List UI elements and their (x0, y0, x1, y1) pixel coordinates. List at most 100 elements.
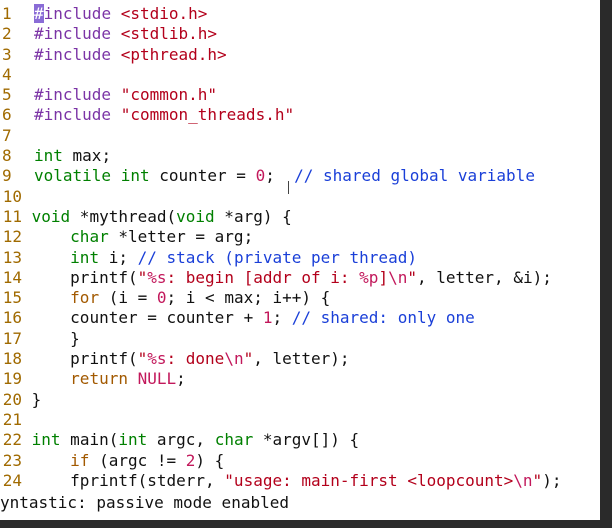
code-line[interactable]: 22 int main(int argc, char *argv[]) { (0, 430, 600, 450)
code-token: : begin [addr of i: (166, 267, 360, 287)
line-number: 4 (2, 64, 12, 84)
code-token: } (31, 328, 80, 348)
gutter-spacer (22, 268, 32, 287)
code-token: ; (272, 308, 292, 328)
code-line[interactable]: 2 #include <stdlib.h> (0, 24, 600, 44)
code-token: void (31, 206, 71, 226)
code-token: \n (388, 267, 408, 287)
code-token: ] (378, 267, 389, 287)
line-number: 2 (2, 24, 12, 44)
line-number: 7 (2, 125, 12, 145)
code-line[interactable]: 5 #include "common.h" (0, 85, 600, 105)
code-line[interactable]: 24 fprintf(stderr, "usage: main-first <l… (0, 471, 600, 491)
code-line[interactable]: 15 for (i = 0; i < max; i++) { (0, 288, 600, 308)
code-token: 0 (255, 166, 266, 186)
code-line[interactable]: 23 if (argc != 2) { (0, 451, 600, 471)
line-number: 14 (2, 267, 22, 287)
line-number: 21 (2, 409, 22, 429)
code-line[interactable]: 8 int max; (0, 146, 600, 166)
code-token: #include (34, 24, 112, 44)
code-token: <stdio.h> (120, 4, 208, 23)
gutter-spacer (22, 390, 32, 409)
code-token: printf( (31, 349, 138, 369)
code-token: int (34, 146, 63, 166)
line-number: 20 (2, 389, 22, 409)
line-number: 23 (2, 450, 22, 470)
terminal-window[interactable]: 1 #include <stdio.h> 2 #include <stdlib.h> 3… (0, 0, 600, 520)
code-line[interactable]: 19 return NULL; (0, 369, 600, 389)
code-token: (argc != (89, 450, 186, 470)
gutter-spacer (22, 329, 32, 348)
code-line[interactable]: 11 void *mythread(void *arg) { (0, 207, 600, 227)
line-number: 17 (2, 328, 22, 348)
code-token: *letter = arg; (108, 227, 254, 247)
code-token: if (70, 450, 90, 470)
code-token: #include (34, 105, 112, 125)
code-line[interactable]: 18 printf("%s: done\n", letter); (0, 349, 600, 369)
code-token: %s (147, 267, 167, 287)
line-number: 18 (2, 349, 22, 369)
code-line[interactable]: 13 int i; // stack (private per thread) (0, 248, 600, 268)
code-line[interactable]: 21 (0, 410, 600, 430)
code-line[interactable]: 9 volatile int counter = 0; // shared glo… (0, 166, 600, 186)
scrollbar[interactable] (600, 0, 612, 528)
code-token: , letter, &i); (416, 267, 552, 287)
code-token: \n (513, 470, 533, 490)
line-number: 1 (2, 4, 12, 23)
code-token: int (120, 166, 150, 186)
code-line[interactable]: 17 } (0, 329, 600, 349)
window-bottom-edge (0, 520, 612, 528)
line-number: 3 (2, 44, 12, 64)
code-line[interactable]: 4 (0, 65, 600, 85)
code-token: for (70, 288, 100, 308)
gutter-spacer (22, 471, 32, 490)
code-token: ; (265, 166, 295, 186)
code-token: counter = (149, 166, 256, 186)
line-number: 19 (2, 369, 22, 389)
code-token: // shared global variable (294, 166, 535, 186)
code-line[interactable]: 3 #include <pthread.h> (0, 45, 600, 65)
code-token: ) { (195, 450, 225, 470)
line-number: 15 (2, 288, 22, 308)
code-editor[interactable]: 1 #include <stdio.h> 2 #include <stdlib.h> 3… (0, 4, 600, 491)
code-line[interactable]: 14 printf("%s: begin [addr of i: %p]\n",… (0, 268, 600, 288)
code-token: " (532, 470, 543, 490)
cursor-char: # (34, 4, 44, 23)
code-token: char (70, 227, 109, 247)
gutter-spacer (22, 187, 32, 206)
code-token: #include (34, 85, 112, 105)
code-token: , letter); (253, 349, 350, 369)
line-number: 5 (2, 85, 12, 105)
code-token: "usage: main-first <loopcount> (224, 470, 514, 490)
code-line[interactable]: 6 #include "common_threads.h" (0, 105, 600, 125)
line-number: 12 (2, 227, 22, 247)
code-line[interactable]: 20 } (0, 390, 600, 410)
code-token: #include (34, 44, 112, 64)
code-token: fprintf(stderr, (31, 470, 225, 490)
code-line[interactable]: 1 #include <stdio.h> (0, 4, 600, 24)
code-line[interactable]: 12 char *letter = arg; (0, 227, 600, 247)
code-token: // stack (private per thread) (137, 247, 417, 267)
code-token: : done (166, 349, 225, 369)
status-message: yntastic: passive mode enabled (0, 493, 289, 512)
gutter-spacer (22, 227, 32, 246)
code-token: int (31, 430, 61, 450)
code-token: // shared: only one (291, 308, 475, 328)
gutter-spacer (22, 369, 32, 388)
code-token: *argv[]) { (253, 430, 360, 450)
code-token: include (43, 4, 112, 23)
code-token: " (243, 349, 254, 369)
code-token: "common.h" (120, 85, 218, 105)
code-token: NULL (137, 369, 177, 389)
code-line[interactable]: 7 (0, 126, 600, 146)
line-number: 13 (2, 247, 22, 267)
code-line[interactable]: 10 (0, 187, 600, 207)
code-token: ; i < max; i++) { (166, 288, 331, 308)
code-line[interactable]: 16 counter = counter + 1; // shared: onl… (0, 308, 600, 328)
